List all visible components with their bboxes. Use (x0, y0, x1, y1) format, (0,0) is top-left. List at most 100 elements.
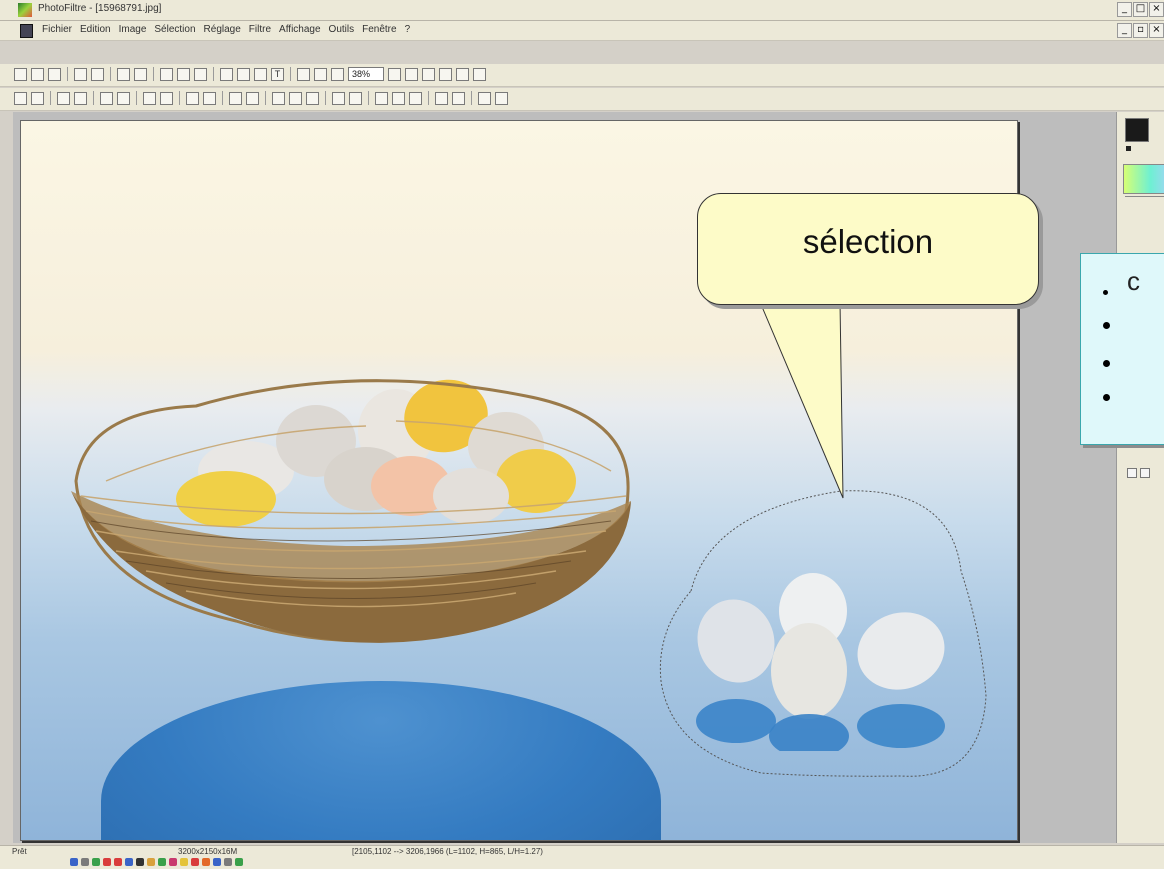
tool-icon[interactable] (125, 858, 133, 866)
fit-window-icon[interactable] (456, 67, 469, 81)
blur-icon[interactable] (272, 91, 285, 105)
tool-icon[interactable] (224, 858, 232, 866)
auto-level-icon[interactable] (14, 91, 27, 105)
status-ready: Prêt (12, 847, 27, 856)
brightness-plus-icon[interactable] (57, 91, 70, 105)
sharpen-icon[interactable] (306, 91, 319, 105)
print-icon[interactable] (74, 67, 87, 81)
paste-new-icon[interactable] (254, 67, 267, 81)
list-item (1081, 380, 1164, 410)
menu-bar: Fichier Edition Image Sélection Réglage … (0, 21, 1164, 41)
gamma-minus-icon[interactable] (203, 91, 216, 105)
menu-fichier[interactable]: Fichier (42, 24, 72, 35)
copy-icon[interactable] (220, 67, 233, 81)
status-selection-coords: [2105,1102 --> 3206,1966 (L=1102, H=865,… (352, 847, 543, 856)
fill-icon[interactable] (314, 67, 327, 81)
flip-horizontal-icon[interactable] (375, 91, 388, 105)
image-size-icon[interactable] (160, 67, 173, 81)
fullscreen-icon[interactable] (473, 67, 486, 81)
tool-icon[interactable] (114, 858, 122, 866)
egg-nest-image (71, 379, 631, 643)
soften-icon[interactable] (349, 91, 362, 105)
lasso-selection-outline[interactable] (651, 481, 1011, 801)
contrast-plus-icon[interactable] (100, 91, 113, 105)
zoom-out-icon[interactable] (422, 67, 435, 81)
paste-icon[interactable] (237, 67, 250, 81)
menu-help[interactable]: ? (405, 24, 411, 35)
layers-icon[interactable] (297, 67, 310, 81)
tool-icon[interactable] (103, 858, 111, 866)
shadow-icon[interactable] (452, 91, 465, 105)
open-file-icon[interactable] (31, 67, 44, 81)
menu-filtre[interactable]: Filtre (249, 24, 271, 35)
sepia-icon[interactable] (246, 91, 259, 105)
frame-icon[interactable] (435, 91, 448, 105)
bullet-dot-icon (1103, 322, 1110, 329)
window-title: PhotoFiltre - [15968791.jpg] (38, 3, 162, 14)
tool-icon[interactable] (169, 858, 177, 866)
saturation-plus-icon[interactable] (143, 91, 156, 105)
module-icon[interactable] (495, 91, 508, 105)
scan-icon[interactable] (91, 67, 104, 81)
actual-size-icon[interactable] (439, 67, 452, 81)
toolbar-separator (50, 91, 51, 105)
toolbar-separator (290, 67, 291, 81)
zoom-dropdown-icon[interactable] (388, 67, 401, 81)
tool-icon[interactable] (70, 858, 78, 866)
triangle-icon[interactable] (332, 91, 345, 105)
tool-icon[interactable] (136, 858, 144, 866)
close-button[interactable]: × (1149, 2, 1164, 17)
saturation-minus-icon[interactable] (160, 91, 173, 105)
redo-icon[interactable] (134, 67, 147, 81)
panel-button-icon[interactable] (1140, 468, 1150, 478)
tool-icon[interactable] (191, 858, 199, 866)
canvas-size-icon[interactable] (177, 67, 190, 81)
list-item: c (1081, 264, 1164, 296)
maximize-button[interactable]: □ (1133, 2, 1148, 17)
doc-close-button[interactable]: × (1149, 23, 1164, 38)
grayscale-icon[interactable] (229, 91, 242, 105)
swap-colors-icon[interactable] (1126, 146, 1131, 151)
foreground-color-swatch[interactable] (1125, 118, 1149, 142)
contrast-minus-icon[interactable] (117, 91, 130, 105)
tool-icon[interactable] (235, 858, 243, 866)
tool-icon[interactable] (180, 858, 188, 866)
tool-icon[interactable] (147, 858, 155, 866)
toolbar-separator (368, 91, 369, 105)
auto-contrast-icon[interactable] (31, 91, 44, 105)
tool-icon[interactable] (81, 858, 89, 866)
tool-icon[interactable] (92, 858, 100, 866)
color-gradient-picker[interactable] (1123, 164, 1164, 194)
grid-icon[interactable] (331, 67, 344, 81)
menu-outils[interactable]: Outils (329, 24, 355, 35)
menu-selection[interactable]: Sélection (154, 24, 195, 35)
drop-icon[interactable] (289, 91, 302, 105)
panel-button-icon[interactable] (1127, 468, 1137, 478)
save-icon[interactable] (48, 67, 61, 81)
menu-reglage[interactable]: Réglage (204, 24, 241, 35)
menu-image[interactable]: Image (119, 24, 147, 35)
document-icon[interactable] (20, 24, 33, 38)
doc-minimize-button[interactable]: _ (1117, 23, 1132, 38)
tool-icon[interactable] (158, 858, 166, 866)
doc-restore-button[interactable]: ▫ (1133, 23, 1148, 38)
text-tool-icon[interactable]: T (271, 67, 284, 81)
brightness-minus-icon[interactable] (74, 91, 87, 105)
toolbar-separator (213, 67, 214, 81)
document-controls: _ ▫ × (1117, 23, 1164, 38)
menu-edition[interactable]: Edition (80, 24, 111, 35)
zoom-in-icon[interactable] (405, 67, 418, 81)
menu-fenetre[interactable]: Fenêtre (362, 24, 396, 35)
flip-vertical-icon[interactable] (392, 91, 405, 105)
crop-icon[interactable] (194, 67, 207, 81)
minimize-button[interactable]: _ (1117, 2, 1132, 17)
tool-icon[interactable] (202, 858, 210, 866)
undo-icon[interactable] (117, 67, 130, 81)
new-file-icon[interactable] (14, 67, 27, 81)
tool-icon[interactable] (213, 858, 221, 866)
gamma-plus-icon[interactable] (186, 91, 199, 105)
zoom-select[interactable]: 38% (348, 67, 384, 81)
menu-affichage[interactable]: Affichage (279, 24, 321, 35)
batch-icon[interactable] (478, 91, 491, 105)
rotate-icon[interactable] (409, 91, 422, 105)
